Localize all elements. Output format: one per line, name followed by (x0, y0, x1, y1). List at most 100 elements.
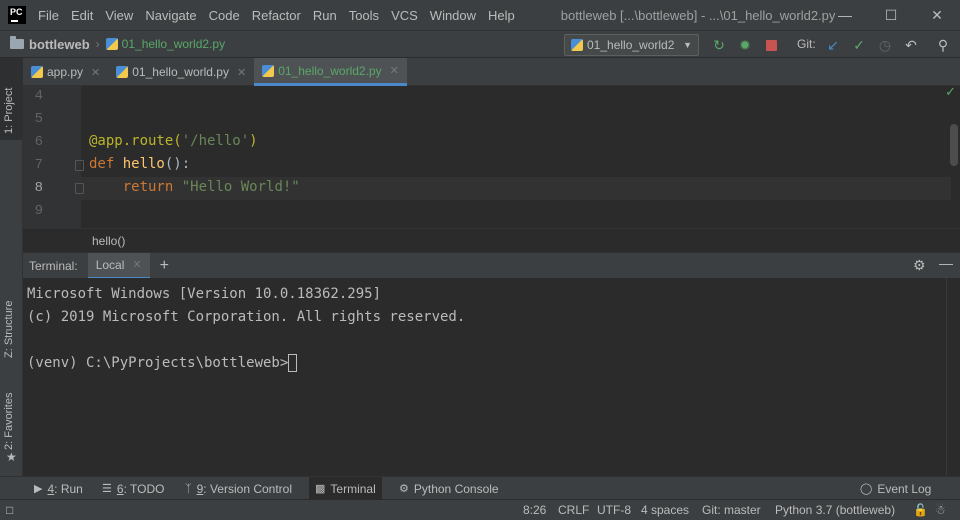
lock-icon[interactable]: 🔓 (913, 500, 928, 520)
line-number: 7 (34, 157, 43, 173)
breadcrumb-file[interactable]: 01_hello_world2.py (122, 37, 225, 51)
gear-icon[interactable]: ⚙ (913, 257, 926, 274)
list-icon: ☰ (102, 483, 112, 495)
python-file-icon (31, 66, 43, 78)
close-tab-icon[interactable]: ✕ (390, 64, 399, 77)
minimize-icon[interactable]: — (822, 0, 868, 30)
editor-scrollbar[interactable] (950, 124, 958, 166)
close-tab-icon[interactable]: ✕ (132, 258, 141, 271)
git-label: Git: (797, 37, 816, 51)
terminal-output[interactable]: Microsoft Windows [Version 10.0.18362.29… (23, 278, 960, 476)
terminal-tool-button[interactable]: ▩ Terminal (309, 477, 382, 500)
new-terminal-icon[interactable]: + (160, 257, 169, 275)
menu-tools[interactable]: Tools (349, 8, 379, 23)
terminal-tab-local[interactable]: Local ✕ (87, 252, 150, 279)
window-title: bottleweb [...\bottleweb] - ...\01_hello… (560, 7, 836, 23)
git-update-icon[interactable]: ↙ (825, 37, 841, 53)
stop-icon[interactable] (763, 37, 779, 53)
code-line-8: return "Hello World!" (89, 179, 300, 195)
terminal-cursor (288, 354, 298, 372)
code-breadcrumb[interactable]: hello() (23, 228, 960, 252)
menu-run[interactable]: Run (313, 8, 337, 23)
function-name: hello (122, 156, 165, 172)
mnemonic: 6 (116, 481, 124, 496)
line-number: 4 (34, 88, 43, 104)
code-line-7: def hello(): (89, 156, 190, 172)
tool-label: : TODO (123, 481, 165, 496)
debug-icon[interactable]: ✹ (737, 37, 753, 53)
decorator-close: ) (249, 133, 258, 149)
favorites-tool-button[interactable]: 2: Favorites (3, 393, 15, 450)
string-literal: "Hello World!" (181, 179, 300, 195)
maximize-icon[interactable]: ☐ (868, 0, 914, 30)
fold-marker-icon[interactable] (75, 183, 84, 194)
git-commit-icon[interactable]: ✓ (851, 37, 867, 53)
terminal-scrollbar[interactable] (946, 278, 960, 476)
event-log-tool-button[interactable]: ◯ Event Log (860, 477, 931, 500)
run-config-label: 01_hello_world2 (587, 38, 675, 52)
project-tool-button[interactable]: 1: Project (3, 88, 15, 134)
structure-tool-button[interactable]: Z: Structure (3, 301, 15, 358)
git-branch[interactable]: Git: master (702, 500, 761, 520)
close-icon[interactable]: ✕ (914, 0, 960, 30)
terminal-tab-label: Local (95, 257, 125, 272)
menu-bar: File Edit View Navigate Code Refactor Ru… (38, 8, 527, 23)
code-line-6: @app.route('/hello') (89, 133, 258, 149)
breadcrumb-project[interactable]: bottleweb (29, 37, 90, 52)
mnemonic: 9 (196, 481, 204, 496)
editor-tabs: app.py ✕ 01_hello_world.py ✕ 01_hello_wo… (23, 58, 960, 86)
inspector-icon[interactable]: ☃ (935, 500, 946, 520)
menu-window[interactable]: Window (430, 8, 476, 23)
run-configuration-select[interactable]: 01_hello_world2 ▼ (564, 34, 699, 56)
file-encoding[interactable]: UTF-8 (597, 500, 631, 520)
decorator: @app.route( (89, 133, 182, 149)
mnemonic: 4 (47, 481, 55, 496)
pycharm-logo: PC (8, 6, 26, 24)
indent-setting[interactable]: 4 spaces (641, 500, 689, 520)
tool-label: Event Log (877, 481, 932, 496)
menu-file[interactable]: File (38, 8, 59, 23)
window-controls: — ☐ ✕ (822, 0, 960, 30)
python-console-icon: ⚙ (399, 483, 409, 495)
line-number: 5 (34, 111, 43, 127)
revert-icon[interactable]: ↶ (903, 37, 919, 53)
tab-app-py[interactable]: app.py ✕ (23, 58, 108, 86)
code-editor[interactable]: 4 5 6 7 8 9 @app.route('/hello') def hel… (23, 84, 960, 228)
code-text: (): (164, 156, 191, 172)
close-tab-icon[interactable]: ✕ (91, 66, 100, 79)
menu-vcs[interactable]: VCS (391, 8, 418, 23)
python-console-tool-button[interactable]: ⚙ Python Console (399, 477, 499, 500)
history-icon[interactable]: ◷ (877, 37, 893, 53)
fold-marker-icon[interactable] (75, 160, 84, 171)
version-control-tool-button[interactable]: ᛉ 9: Version Control (185, 477, 292, 500)
menu-edit[interactable]: Edit (71, 8, 93, 23)
close-tab-icon[interactable]: ✕ (237, 66, 246, 79)
todo-tool-button[interactable]: ☰ 6: TODO (102, 477, 164, 500)
menu-refactor[interactable]: Refactor (252, 8, 301, 23)
tab-hello-world[interactable]: 01_hello_world.py ✕ (108, 58, 254, 86)
python-file-icon (262, 64, 275, 77)
status-bar: □ 8:26 CRLF UTF-8 4 spaces Git: master P… (0, 499, 960, 520)
search-icon[interactable]: ⚲ (935, 37, 951, 53)
menu-navigate[interactable]: Navigate (145, 8, 196, 23)
hide-panel-icon[interactable]: — (939, 255, 953, 271)
line-number: 8 (34, 180, 43, 196)
caret-position[interactable]: 8:26 (523, 500, 546, 520)
rerun-icon[interactable]: ↻ (711, 37, 727, 53)
tab-hello-world2[interactable]: 01_hello_world2.py ✕ (254, 58, 407, 86)
menu-code[interactable]: Code (209, 8, 240, 23)
chevron-right-icon: › (95, 37, 100, 51)
python-interpreter[interactable]: Python 3.7 (bottleweb) (775, 500, 895, 520)
terminal-icon: ▩ (315, 483, 326, 495)
left-tool-strip: 1: Project Z: Structure 2: Favorites ★ (0, 58, 23, 476)
run-tool-button[interactable]: ▶ 4: Run (34, 477, 83, 500)
menu-help[interactable]: Help (488, 8, 515, 23)
run-icon: ▶ (34, 483, 43, 495)
line-separator[interactable]: CRLF (558, 500, 589, 520)
star-icon: ★ (6, 450, 17, 464)
inspection-ok-icon[interactable]: ✓ (945, 84, 956, 100)
toggle-tool-windows-icon[interactable]: □ (6, 500, 13, 520)
menu-view[interactable]: View (105, 8, 133, 23)
